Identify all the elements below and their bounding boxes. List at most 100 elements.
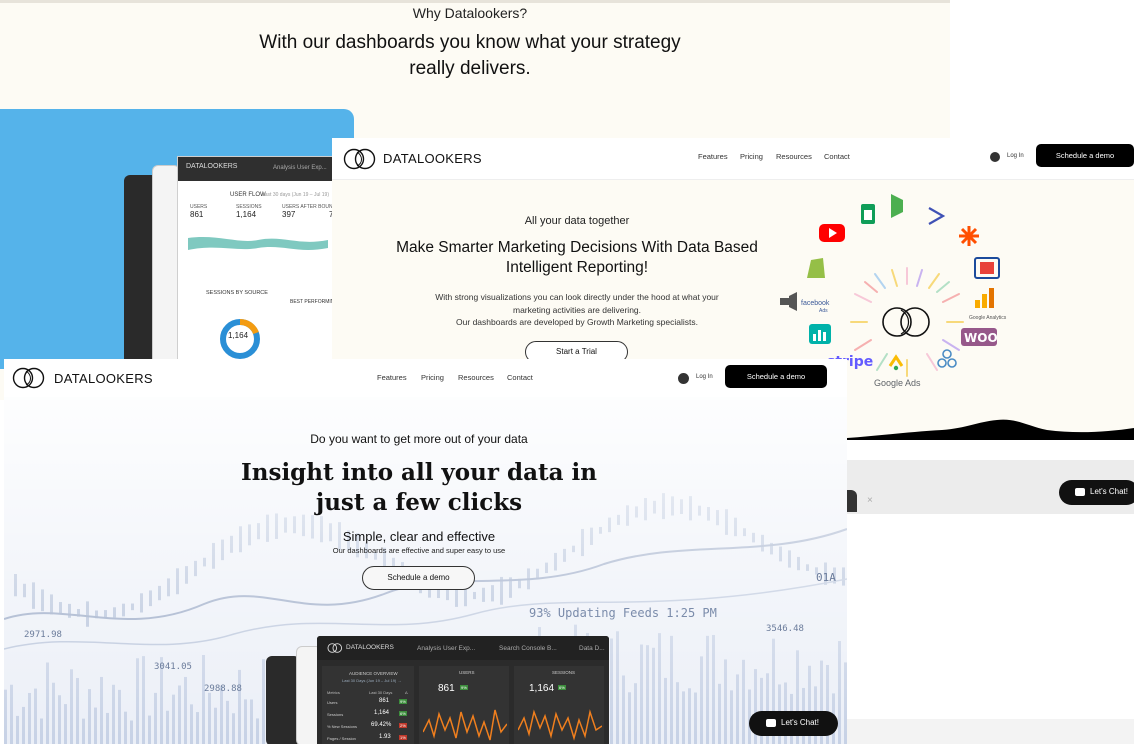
metric-value: 861	[190, 210, 204, 219]
google-analytics-label: Google Analytics	[969, 315, 1007, 321]
hero-headline: Insight into all your data in just a few…	[241, 459, 597, 516]
body-line: Our dashboards are developed by Growth M…	[456, 317, 698, 327]
table-cell: 1.93	[379, 734, 391, 740]
table-header: Metrics	[327, 690, 340, 695]
bottom-bar	[847, 719, 1134, 744]
login-link[interactable]: Log In	[1007, 153, 1024, 159]
top-nav: DATALOOKERS Features Pricing Resources C…	[4, 359, 847, 397]
facebook-ads-sublabel: Ads	[819, 308, 828, 314]
body-line: With strong visualizations you can look …	[435, 292, 719, 302]
woocommerce-label: WOO	[964, 331, 998, 345]
table-cell: Users	[327, 700, 338, 705]
google-ads-icon	[888, 354, 904, 367]
dashboard-logo: DATALOOKERS	[186, 163, 238, 170]
date-range: Last 30 days (Jun 19 – Jul 19)	[262, 192, 329, 198]
chat-strip-screenshot: × Let's Chat!	[847, 460, 1134, 514]
table-cell: 1,164	[374, 710, 390, 716]
donut-total: 1,164	[228, 331, 249, 340]
user-flow-chart	[188, 237, 328, 250]
table-header: Last 30 Days	[369, 690, 393, 695]
section-title: USER FLOW	[230, 192, 266, 198]
brand-logo-icon[interactable]	[12, 367, 46, 389]
table-cell: Pages / Session	[327, 736, 356, 741]
dashboard-tab[interactable]: Analysis User Exp...	[417, 645, 475, 652]
schedule-demo-button[interactable]: Schedule a demo	[1036, 144, 1134, 167]
ticker-text: 93% Updating Feeds 1:25 PM	[529, 606, 717, 620]
bg-number: 3546.48	[766, 624, 804, 634]
why-headline: With our dashboards you know what your s…	[259, 32, 681, 79]
user-icon[interactable]	[990, 152, 1000, 162]
metric-value: 397	[282, 210, 296, 219]
chat-label: Let's Chat!	[781, 718, 819, 727]
hero-page-screenshot: 93% Updating Feeds 1:25 PM 2971.98 3041.…	[4, 359, 847, 744]
dashboard-tab: Analysis User Exp...	[273, 165, 327, 171]
green-diamond-icon	[891, 194, 903, 218]
dashboard-preview: DATALOOKERS Analysis User Exp... USER FL…	[177, 156, 347, 366]
delta-badge: 6%	[399, 711, 407, 716]
metric-value: 1,164	[236, 210, 257, 219]
hero-small-text: Our dashboards are effective and super e…	[332, 546, 506, 555]
table-cell: 861	[379, 698, 390, 704]
google-ads-label: Google Ads	[874, 378, 921, 388]
bg-number: 01A	[816, 571, 836, 584]
section-kicker: All your data together	[524, 215, 630, 227]
delta-badge: 9%	[460, 685, 468, 690]
nav-pricing[interactable]: Pricing	[740, 152, 763, 161]
chat-button[interactable]: Let's Chat!	[749, 711, 838, 736]
zapier-icon	[959, 226, 979, 246]
nav-pricing[interactable]: Pricing	[421, 373, 444, 382]
facebook-ads-label: facebook	[801, 300, 830, 307]
section-body: With strong visualizations you can look …	[412, 291, 742, 329]
delta-badge: 9%	[399, 699, 407, 704]
table-cell: 69.42%	[371, 722, 392, 728]
chat-bubble-icon	[1075, 488, 1085, 496]
dashboard-tab[interactable]: Data D...	[579, 645, 605, 652]
delta-badge: 1%	[399, 735, 407, 740]
section-title: SESSIONS BY SOURCE	[206, 290, 268, 296]
bg-number: 3041.05	[154, 662, 192, 672]
phone-mockup	[152, 165, 180, 365]
section-headline: Make Smarter Marketing Decisions With Da…	[396, 239, 758, 276]
nav-resources[interactable]: Resources	[458, 373, 494, 382]
table-cell: Sessions	[327, 712, 344, 717]
schedule-demo-button[interactable]: Schedule a demo	[725, 365, 827, 388]
dashboard-logo: DATALOOKERS	[346, 644, 394, 651]
card-value: 1,164	[529, 683, 555, 694]
table-cell: % New Sessions	[327, 724, 358, 729]
nav-features[interactable]: Features	[698, 152, 728, 161]
hero-kicker: Do you want to get more out of your data	[310, 432, 528, 446]
nav-resources[interactable]: Resources	[776, 152, 812, 161]
divider	[0, 0, 950, 3]
dashboard-tab[interactable]: Search Console B...	[499, 645, 557, 652]
brand-logo-icon[interactable]	[343, 148, 377, 170]
nav-features[interactable]: Features	[377, 373, 407, 382]
partial-element	[847, 490, 857, 512]
chat-label: Let's Chat!	[1090, 487, 1128, 496]
hero-schedule-demo-button[interactable]: Schedule a demo	[362, 566, 475, 590]
user-icon[interactable]	[678, 373, 689, 384]
chevron-right-icon	[928, 207, 946, 225]
brand-name[interactable]: DATALOOKERS	[54, 371, 153, 386]
card-label: USERS	[459, 670, 475, 675]
hero-subheadline: Simple, clear and effective	[342, 529, 496, 544]
chat-bubble-icon	[766, 719, 776, 727]
shopify-icon	[807, 258, 825, 278]
nav-contact[interactable]: Contact	[507, 373, 533, 382]
bg-number: 2988.88	[204, 684, 242, 694]
brand-name[interactable]: DATALOOKERS	[383, 151, 482, 166]
nav-contact[interactable]: Contact	[824, 152, 850, 161]
google-analytics-icon	[982, 294, 987, 308]
dark-dashboard-preview: DATALOOKERS Analysis User Exp... Search …	[317, 636, 609, 744]
wave-divider	[847, 419, 1134, 440]
chat-button[interactable]: Let's Chat!	[1059, 480, 1134, 505]
brand-logo-icon	[327, 643, 343, 653]
body-line: marketing activities are delivering.	[512, 304, 642, 315]
top-nav: DATALOOKERS Features Pricing Resources C…	[332, 138, 1134, 180]
close-icon[interactable]: ×	[867, 495, 873, 506]
date-range: Last 30 Days (Jun 19 – Jul 19) →	[342, 678, 402, 683]
phone-mockup	[266, 656, 300, 744]
users-sparkline	[423, 709, 507, 741]
delta-badge: 2%	[399, 723, 407, 728]
login-link[interactable]: Log In	[696, 374, 713, 380]
people-icon	[937, 349, 957, 368]
